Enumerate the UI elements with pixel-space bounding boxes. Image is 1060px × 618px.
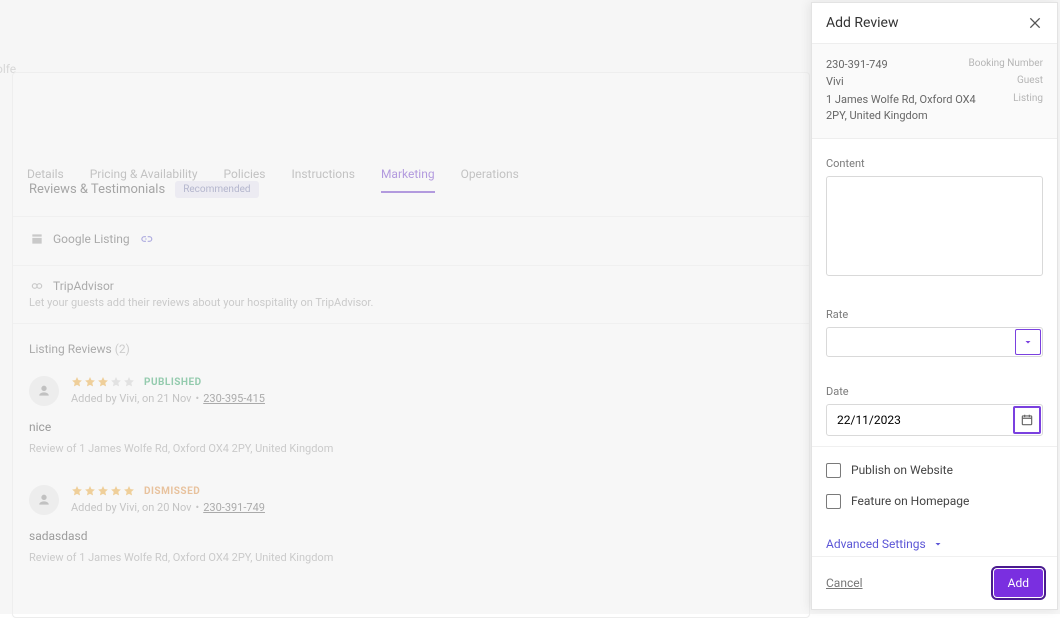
date-input[interactable]	[826, 404, 1043, 436]
guest-label: Guest	[1017, 75, 1043, 88]
listing-address-value: 1 James Wolfe Rd, Oxford OX4 2PY, United…	[826, 92, 986, 124]
feature-homepage-checkbox[interactable]	[826, 494, 841, 509]
chevron-down-icon	[932, 538, 944, 550]
booking-number-label: Booking Number	[969, 58, 1043, 71]
rate-select[interactable]	[826, 327, 1043, 357]
calendar-icon[interactable]	[1013, 406, 1041, 434]
panel-title: Add Review	[826, 15, 899, 31]
add-button[interactable]: Add	[994, 569, 1043, 597]
rate-label: Rate	[826, 308, 1043, 321]
feature-homepage-label: Feature on Homepage	[851, 494, 969, 508]
publish-website-row[interactable]: Publish on Website	[826, 463, 1043, 478]
publish-website-checkbox[interactable]	[826, 463, 841, 478]
listing-label: Listing	[1013, 92, 1043, 124]
advanced-settings-toggle[interactable]: Advanced Settings	[826, 537, 1043, 551]
add-review-panel: Add Review 230-391-749 Booking Number Vi…	[811, 2, 1058, 610]
guest-name-value: Vivi	[826, 75, 844, 88]
publish-website-label: Publish on Website	[851, 463, 953, 477]
booking-number-value: 230-391-749	[826, 58, 888, 71]
feature-homepage-row[interactable]: Feature on Homepage	[826, 494, 1043, 509]
date-label: Date	[826, 385, 1043, 398]
content-label: Content	[826, 157, 1043, 170]
cancel-button[interactable]: Cancel	[826, 576, 863, 590]
content-textarea[interactable]	[826, 176, 1043, 276]
close-icon[interactable]	[1027, 15, 1043, 31]
panel-context-info: 230-391-749 Booking Number Vivi Guest 1 …	[812, 43, 1057, 139]
